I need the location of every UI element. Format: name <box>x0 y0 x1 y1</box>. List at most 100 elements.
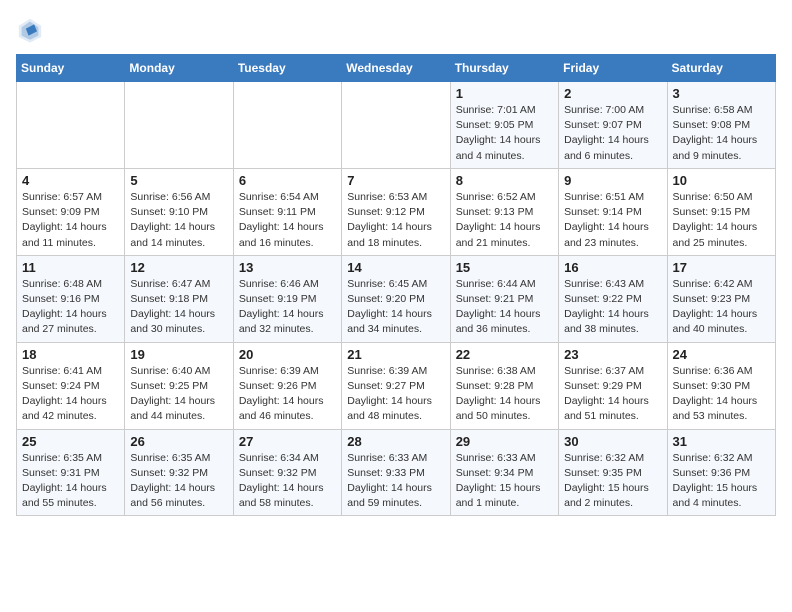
day-info: Sunrise: 6:32 AM Sunset: 9:35 PM Dayligh… <box>564 451 661 512</box>
day-info: Sunrise: 6:52 AM Sunset: 9:13 PM Dayligh… <box>456 190 553 251</box>
calendar-cell: 31 Sunrise: 6:32 AM Sunset: 9:36 PM Dayli… <box>667 429 775 516</box>
day-info: Sunrise: 6:39 AM Sunset: 9:27 PM Dayligh… <box>347 364 444 425</box>
day-number: 19 <box>130 347 227 362</box>
calendar-cell: 9Sunrise: 6:51 AM Sunset: 9:14 PM Daylig… <box>559 168 667 255</box>
calendar-cell: 27 Sunrise: 6:34 AM Sunset: 9:32 PM Dayli… <box>233 429 341 516</box>
day-info: Sunrise: 6:37 AM Sunset: 9:29 PM Dayligh… <box>564 364 661 425</box>
day-number: 5 <box>130 173 227 188</box>
day-info: Sunrise: 6:43 AM Sunset: 9:22 PM Dayligh… <box>564 277 661 338</box>
calendar-cell: 23 Sunrise: 6:37 AM Sunset: 9:29 PM Dayli… <box>559 342 667 429</box>
day-number: 10 <box>673 173 770 188</box>
day-info: Sunrise: 6:39 AM Sunset: 9:26 PM Dayligh… <box>239 364 336 425</box>
calendar-cell <box>233 82 341 169</box>
day-info: Sunrise: 6:53 AM Sunset: 9:12 PM Dayligh… <box>347 190 444 251</box>
day-info: Sunrise: 6:36 AM Sunset: 9:30 PM Dayligh… <box>673 364 770 425</box>
day-info: Sunrise: 6:45 AM Sunset: 9:20 PM Dayligh… <box>347 277 444 338</box>
day-info: Sunrise: 6:57 AM Sunset: 9:09 PM Dayligh… <box>22 190 119 251</box>
calendar-cell: 8 Sunrise: 6:52 AM Sunset: 9:13 PM Daylig… <box>450 168 558 255</box>
header-wednesday: Wednesday <box>342 55 450 82</box>
day-number: 11 <box>22 260 119 275</box>
day-info: Sunrise: 6:41 AM Sunset: 9:24 PM Dayligh… <box>22 364 119 425</box>
calendar-cell: 14 Sunrise: 6:45 AM Sunset: 9:20 PM Dayli… <box>342 255 450 342</box>
day-number: 23 <box>564 347 661 362</box>
day-number: 20 <box>239 347 336 362</box>
calendar-cell: 29Sunrise: 6:33 AM Sunset: 9:34 PM Dayli… <box>450 429 558 516</box>
header-tuesday: Tuesday <box>233 55 341 82</box>
calendar-cell <box>342 82 450 169</box>
calendar-cell: 25 Sunrise: 6:35 AM Sunset: 9:31 PM Dayli… <box>17 429 125 516</box>
day-info: Sunrise: 6:42 AM Sunset: 9:23 PM Dayligh… <box>673 277 770 338</box>
calendar-cell <box>125 82 233 169</box>
day-info: Sunrise: 6:50 AM Sunset: 9:15 PM Dayligh… <box>673 190 770 251</box>
calendar-cell: 24 Sunrise: 6:36 AM Sunset: 9:30 PM Dayli… <box>667 342 775 429</box>
day-number: 2 <box>564 86 661 101</box>
day-info: Sunrise: 7:00 AM Sunset: 9:07 PM Dayligh… <box>564 103 661 164</box>
calendar-cell: 18 Sunrise: 6:41 AM Sunset: 9:24 PM Dayli… <box>17 342 125 429</box>
calendar-cell: 15Sunrise: 6:44 AM Sunset: 9:21 PM Dayli… <box>450 255 558 342</box>
calendar-cell: 30 Sunrise: 6:32 AM Sunset: 9:35 PM Dayli… <box>559 429 667 516</box>
logo-icon <box>16 16 44 44</box>
day-info: Sunrise: 6:35 AM Sunset: 9:31 PM Dayligh… <box>22 451 119 512</box>
calendar-cell: 11 Sunrise: 6:48 AM Sunset: 9:16 PM Dayli… <box>17 255 125 342</box>
day-number: 21 <box>347 347 444 362</box>
header-thursday: Thursday <box>450 55 558 82</box>
day-number: 18 <box>22 347 119 362</box>
calendar-week-4: 18 Sunrise: 6:41 AM Sunset: 9:24 PM Dayli… <box>17 342 776 429</box>
logo <box>16 16 48 44</box>
header-monday: Monday <box>125 55 233 82</box>
calendar-cell: 21 Sunrise: 6:39 AM Sunset: 9:27 PM Dayli… <box>342 342 450 429</box>
day-number: 13 <box>239 260 336 275</box>
day-number: 17 <box>673 260 770 275</box>
day-info: Sunrise: 6:34 AM Sunset: 9:32 PM Dayligh… <box>239 451 336 512</box>
day-number: 30 <box>564 434 661 449</box>
calendar-cell: 12Sunrise: 6:47 AM Sunset: 9:18 PM Dayli… <box>125 255 233 342</box>
calendar-cell: 5 Sunrise: 6:56 AM Sunset: 9:10 PM Daylig… <box>125 168 233 255</box>
calendar-cell: 10 Sunrise: 6:50 AM Sunset: 9:15 PM Dayli… <box>667 168 775 255</box>
day-number: 16 <box>564 260 661 275</box>
calendar-week-5: 25 Sunrise: 6:35 AM Sunset: 9:31 PM Dayli… <box>17 429 776 516</box>
day-info: Sunrise: 6:56 AM Sunset: 9:10 PM Dayligh… <box>130 190 227 251</box>
day-number: 1 <box>456 86 553 101</box>
calendar-cell: 4 Sunrise: 6:57 AM Sunset: 9:09 PM Daylig… <box>17 168 125 255</box>
calendar-cell <box>17 82 125 169</box>
calendar-cell: 6Sunrise: 6:54 AM Sunset: 9:11 PM Daylig… <box>233 168 341 255</box>
calendar-table: SundayMondayTuesdayWednesdayThursdayFrid… <box>16 54 776 516</box>
calendar-cell: 28 Sunrise: 6:33 AM Sunset: 9:33 PM Dayli… <box>342 429 450 516</box>
calendar-week-3: 11 Sunrise: 6:48 AM Sunset: 9:16 PM Dayli… <box>17 255 776 342</box>
calendar-cell: 13 Sunrise: 6:46 AM Sunset: 9:19 PM Dayli… <box>233 255 341 342</box>
header-friday: Friday <box>559 55 667 82</box>
day-number: 24 <box>673 347 770 362</box>
day-number: 7 <box>347 173 444 188</box>
day-info: Sunrise: 6:35 AM Sunset: 9:32 PM Dayligh… <box>130 451 227 512</box>
day-info: Sunrise: 6:44 AM Sunset: 9:21 PM Dayligh… <box>456 277 553 338</box>
calendar-cell: 16 Sunrise: 6:43 AM Sunset: 9:22 PM Dayli… <box>559 255 667 342</box>
day-info: Sunrise: 6:33 AM Sunset: 9:33 PM Dayligh… <box>347 451 444 512</box>
calendar-cell: 22 Sunrise: 6:38 AM Sunset: 9:28 PM Dayli… <box>450 342 558 429</box>
day-info: Sunrise: 6:48 AM Sunset: 9:16 PM Dayligh… <box>22 277 119 338</box>
day-number: 22 <box>456 347 553 362</box>
day-info: Sunrise: 6:58 AM Sunset: 9:08 PM Dayligh… <box>673 103 770 164</box>
calendar-cell: 19Sunrise: 6:40 AM Sunset: 9:25 PM Dayli… <box>125 342 233 429</box>
day-number: 3 <box>673 86 770 101</box>
day-number: 8 <box>456 173 553 188</box>
calendar-cell: 7 Sunrise: 6:53 AM Sunset: 9:12 PM Daylig… <box>342 168 450 255</box>
day-number: 31 <box>673 434 770 449</box>
day-number: 27 <box>239 434 336 449</box>
calendar-cell: 17 Sunrise: 6:42 AM Sunset: 9:23 PM Dayli… <box>667 255 775 342</box>
calendar-cell: 20 Sunrise: 6:39 AM Sunset: 9:26 PM Dayli… <box>233 342 341 429</box>
day-number: 4 <box>22 173 119 188</box>
day-info: Sunrise: 6:38 AM Sunset: 9:28 PM Dayligh… <box>456 364 553 425</box>
day-info: Sunrise: 7:01 AM Sunset: 9:05 PM Dayligh… <box>456 103 553 164</box>
day-number: 29 <box>456 434 553 449</box>
day-info: Sunrise: 6:46 AM Sunset: 9:19 PM Dayligh… <box>239 277 336 338</box>
calendar-header-row: SundayMondayTuesdayWednesdayThursdayFrid… <box>17 55 776 82</box>
page-header <box>16 16 776 44</box>
calendar-cell: 1 Sunrise: 7:01 AM Sunset: 9:05 PM Daylig… <box>450 82 558 169</box>
calendar-week-1: 1 Sunrise: 7:01 AM Sunset: 9:05 PM Daylig… <box>17 82 776 169</box>
day-number: 25 <box>22 434 119 449</box>
day-number: 28 <box>347 434 444 449</box>
day-number: 14 <box>347 260 444 275</box>
day-info: Sunrise: 6:32 AM Sunset: 9:36 PM Dayligh… <box>673 451 770 512</box>
day-number: 26 <box>130 434 227 449</box>
header-saturday: Saturday <box>667 55 775 82</box>
